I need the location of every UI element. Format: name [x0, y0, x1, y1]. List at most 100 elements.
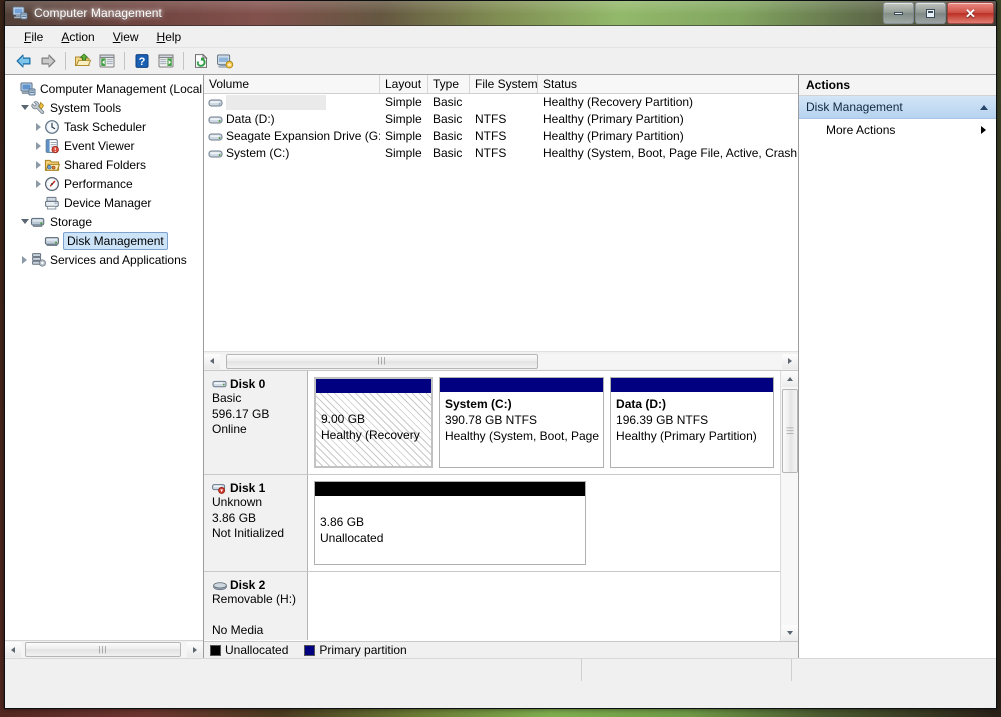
partition-body: System (C:) 390.78 GB NTFS Healthy (Syst… — [439, 392, 604, 467]
tree-item-system-tools[interactable]: System Tools — [5, 98, 203, 117]
action-label: More Actions — [826, 123, 896, 137]
actions-group-disk-management[interactable]: Disk Management — [799, 96, 996, 119]
tree-item-label: Performance — [64, 176, 133, 191]
console-tree-pane: Computer Management (Local System Tools — [5, 75, 204, 658]
legend-swatch-unallocated — [210, 644, 221, 656]
hard-disk-error-icon — [212, 482, 228, 494]
svg-text:?: ? — [139, 56, 146, 68]
partition-data-d[interactable]: Data (D:) 196.39 GB NTFS Healthy (Primar… — [610, 377, 774, 468]
tree-item-device-manager[interactable]: Device Manager — [5, 193, 203, 212]
twisty-expanded[interactable] — [19, 98, 30, 117]
twisty-collapsed[interactable] — [33, 155, 44, 174]
partition-color-bar — [315, 482, 585, 496]
show-hide-tree-icon[interactable] — [96, 50, 118, 72]
computer-icon — [20, 81, 36, 97]
maximize-button[interactable] — [915, 2, 946, 24]
column-header-status[interactable]: Status — [538, 75, 798, 93]
disk-title: Disk 0 — [212, 377, 307, 391]
tree-item-label: Storage — [50, 214, 93, 229]
forward-icon[interactable] — [37, 50, 59, 72]
chevron-right-icon — [22, 255, 27, 264]
tree-horizontal-scrollbar[interactable]: ||| — [5, 640, 203, 658]
tree-item-task-scheduler[interactable]: Task Scheduler — [5, 117, 203, 136]
volume-list[interactable]: Volume Layout Type File System Status Si… — [204, 75, 798, 351]
table-row[interactable]: System (C:) Simple Basic NTFS Healthy (S… — [204, 145, 798, 162]
column-header-file-system[interactable]: File System — [470, 75, 538, 93]
twisty-collapsed[interactable] — [33, 136, 44, 155]
help-icon[interactable]: ? — [131, 50, 153, 72]
menu-view[interactable]: View — [104, 28, 148, 46]
scroll-right-button[interactable] — [782, 353, 798, 369]
disk-info-panel[interactable]: Disk 2 Removable (H:) No Media — [204, 572, 308, 640]
disk-info-panel[interactable]: Disk 0 Basic 596.17 GB Online — [204, 371, 308, 474]
partition-body: 9.00 GB Healthy (Recovery — [316, 393, 431, 466]
partition-system-c[interactable]: System (C:) 390.78 GB NTFS Healthy (Syst… — [438, 377, 605, 468]
scroll-down-button[interactable] — [781, 625, 798, 641]
scroll-left-button[interactable] — [204, 353, 220, 369]
rescan-disks-icon[interactable] — [214, 50, 236, 72]
scroll-right-button[interactable] — [187, 642, 203, 657]
show-hide-action-pane-icon[interactable] — [155, 50, 177, 72]
column-header-volume[interactable]: Volume — [204, 75, 380, 93]
scroll-track[interactable]: ||| — [220, 353, 782, 369]
disk-row[interactable]: Disk 1 Unknown 3.86 GB Not Initialized 3… — [204, 475, 780, 572]
disk-title: Disk 2 — [212, 578, 307, 592]
scroll-thumb[interactable]: ||| — [226, 353, 538, 369]
twisty-collapsed[interactable] — [33, 174, 44, 193]
tree-item-label: Task Scheduler — [64, 119, 147, 134]
partition-recovery[interactable]: 9.00 GB Healthy (Recovery — [314, 377, 433, 468]
tree-item-label: Services and Applications — [50, 252, 187, 267]
action-more-actions[interactable]: More Actions — [799, 119, 996, 141]
tree-item-storage[interactable]: Storage — [5, 212, 203, 231]
twisty-collapsed[interactable] — [19, 250, 30, 269]
up-folder-icon[interactable] — [72, 50, 94, 72]
refresh-icon[interactable] — [190, 50, 212, 72]
disk-meta-size — [212, 608, 307, 624]
tree-item-performance[interactable]: Performance — [5, 174, 203, 193]
menu-help[interactable]: Help — [148, 28, 191, 46]
twisty-collapsed[interactable] — [33, 117, 44, 136]
toolbar-separator-2 — [124, 52, 125, 70]
tree-item-event-viewer[interactable]: Event Viewer — [5, 136, 203, 155]
tree-item-computer-management[interactable]: Computer Management (Local — [5, 79, 203, 98]
chevron-down-icon — [20, 105, 29, 110]
scroll-track[interactable]: ||| — [781, 387, 798, 625]
scroll-track[interactable]: ||| — [21, 642, 187, 657]
cell-volume: System (C:) — [226, 146, 290, 160]
scroll-left-button[interactable] — [5, 642, 21, 657]
cell-file-system: NTFS — [475, 129, 507, 143]
maximize-icon — [926, 8, 935, 18]
column-header-layout[interactable]: Layout — [380, 75, 428, 93]
volume-list-horizontal-scrollbar[interactable]: ||| — [204, 351, 798, 371]
table-row[interactable]: Seagate Expansion Drive (G:) Simple Basi… — [204, 128, 798, 145]
cell-type: Basic — [433, 146, 463, 160]
column-header-type[interactable]: Type — [428, 75, 470, 93]
actions-pane: Actions Disk Management More Actions — [798, 75, 996, 658]
scroll-thumb[interactable]: ||| — [25, 642, 181, 657]
sidebar-item-disk-management[interactable]: Disk Management — [5, 231, 203, 250]
minimize-button[interactable] — [883, 2, 914, 24]
partition-title: System (C:) — [444, 397, 512, 411]
menu-action[interactable]: Action — [52, 28, 103, 46]
tree-item-shared-folders[interactable]: Shared Folders — [5, 155, 203, 174]
scroll-up-button[interactable] — [781, 371, 798, 387]
table-row[interactable]: Simple Basic Healthy (Recovery Partition… — [204, 94, 798, 111]
partition-unallocated[interactable]: 3.86 GB Unallocated — [314, 481, 586, 565]
disk-view-vertical-scrollbar[interactable]: ||| — [780, 371, 798, 641]
close-button[interactable]: ✕ — [947, 2, 994, 24]
twisty-expanded[interactable] — [19, 212, 30, 231]
menu-file[interactable]: File — [15, 28, 52, 46]
tree-item-services-and-applications[interactable]: Services and Applications — [5, 250, 203, 269]
disk-row[interactable]: Disk 0 Basic 596.17 GB Online 9.00 GB He… — [204, 371, 780, 475]
disk-meta-size: 596.17 GB — [212, 406, 270, 421]
scroll-thumb[interactable]: ||| — [781, 389, 798, 473]
table-row[interactable]: Data (D:) Simple Basic NTFS Healthy (Pri… — [204, 111, 798, 128]
menu-action-rest: ction — [69, 29, 95, 44]
volume-list-header: Volume Layout Type File System Status — [204, 75, 798, 94]
chevron-up-icon[interactable] — [980, 104, 988, 110]
back-icon[interactable] — [13, 50, 35, 72]
disk-info-panel[interactable]: Disk 1 Unknown 3.86 GB Not Initialized — [204, 475, 308, 571]
disk-row[interactable]: Disk 2 Removable (H:) No Media — [204, 572, 780, 640]
cell-volume: Seagate Expansion Drive (G:) — [226, 129, 380, 143]
menu-bar: File Action View Help — [5, 26, 996, 48]
